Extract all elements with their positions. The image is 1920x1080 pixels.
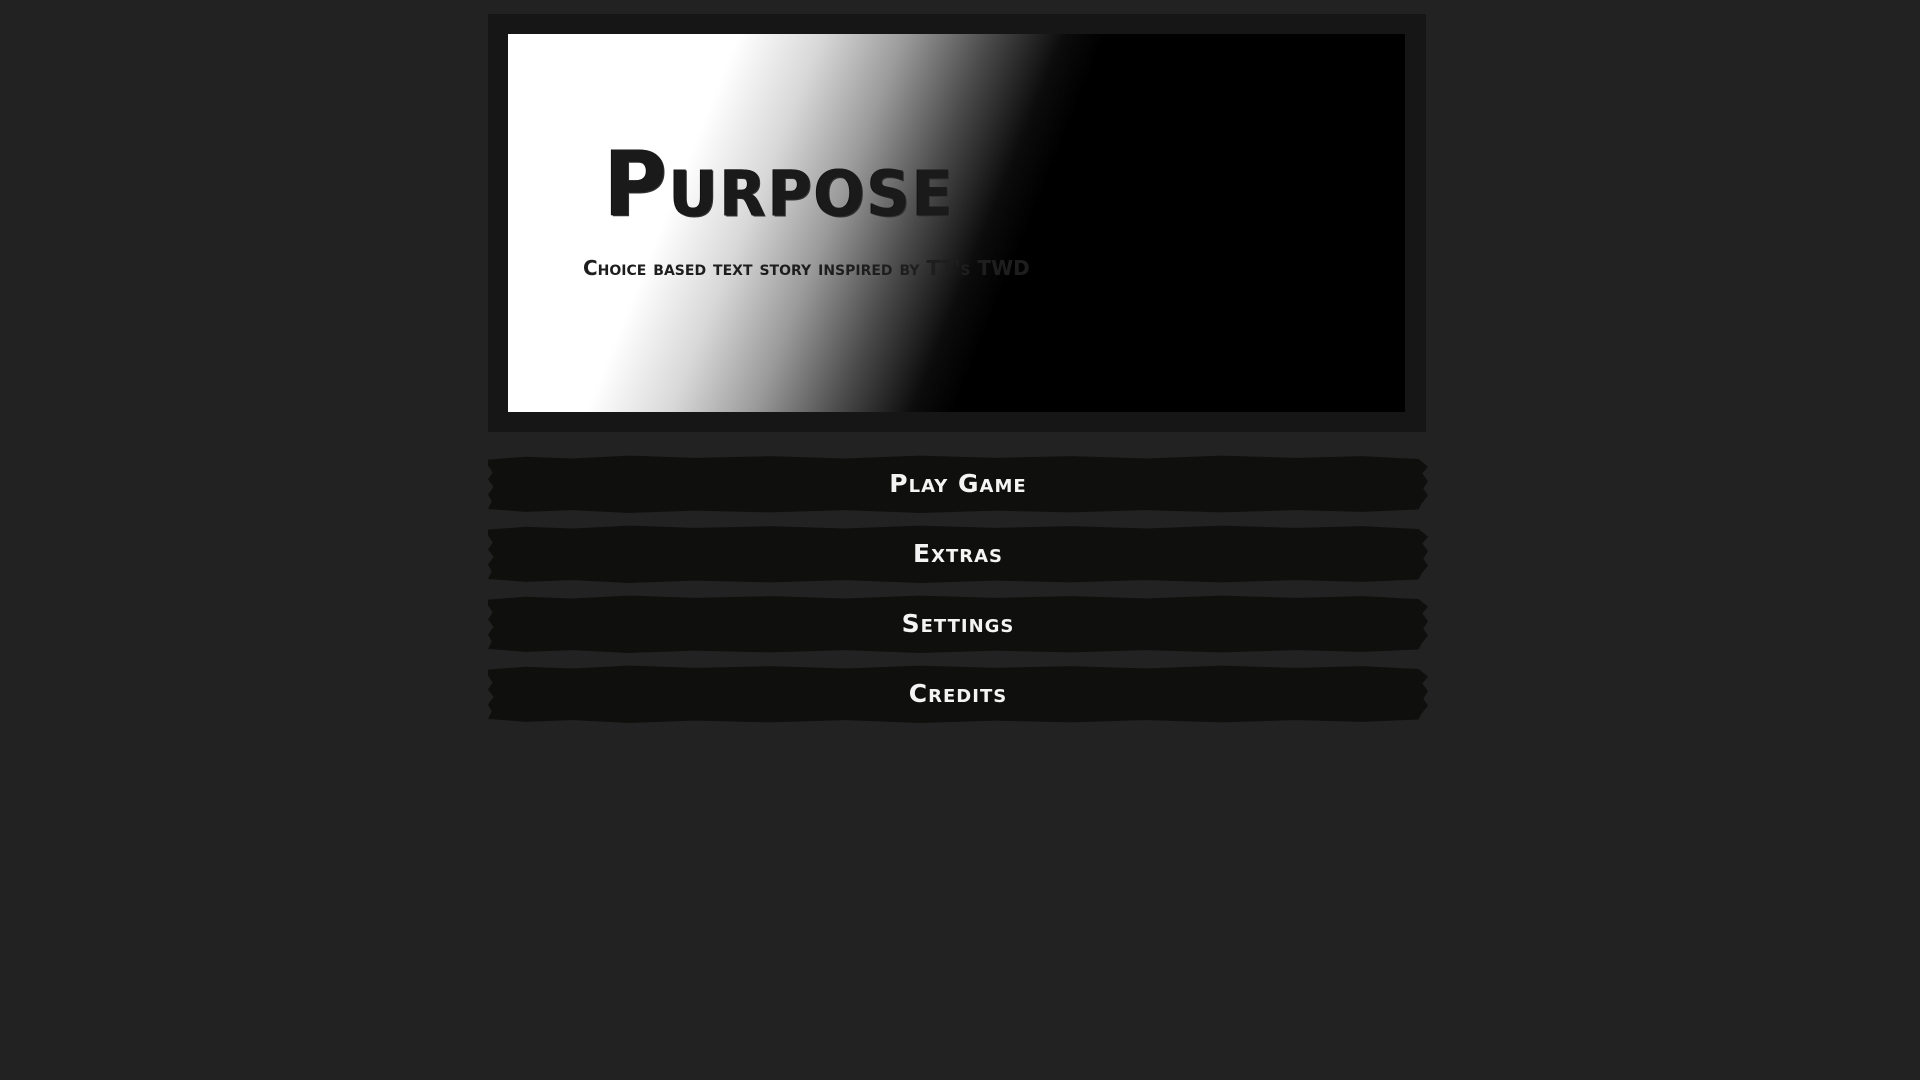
credits-label: Credits <box>908 679 1008 708</box>
credits-button[interactable]: Credits <box>488 665 1428 723</box>
extras-label: Extras <box>913 539 1003 568</box>
main-menu: Play Game Extras Settings Credits <box>488 455 1428 735</box>
settings-button[interactable]: Settings <box>488 595 1428 653</box>
title-banner: Purpose Choice based text story inspired… <box>508 34 1405 412</box>
title-banner-frame: Purpose Choice based text story inspired… <box>488 14 1426 432</box>
play-game-label: Play Game <box>889 469 1027 498</box>
main-menu-screen: Purpose Choice based text story inspired… <box>0 0 1920 1080</box>
settings-label: Settings <box>901 609 1015 638</box>
game-title: Purpose <box>604 132 956 238</box>
extras-button[interactable]: Extras <box>488 525 1428 583</box>
game-subtitle: Choice based text story inspired by TT's… <box>583 256 1030 280</box>
play-game-button[interactable]: Play Game <box>488 455 1428 513</box>
